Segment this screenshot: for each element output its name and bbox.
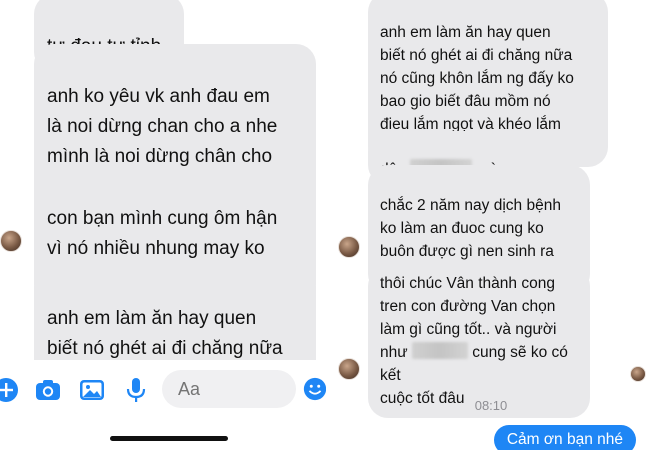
message-text: Cảm ơn bạn nhé <box>506 431 623 448</box>
image-icon[interactable] <box>78 376 106 404</box>
message-input[interactable] <box>162 370 296 408</box>
message-text: tren con đường Van chọn <box>380 298 556 315</box>
home-indicator <box>110 436 228 441</box>
message-text: thôi chúc Vân thành cong <box>380 275 555 292</box>
seen-avatar <box>630 366 646 382</box>
message-text: làm gì cũng tốt.. và người <box>380 321 557 338</box>
plus-icon[interactable] <box>0 376 20 404</box>
contact-avatar[interactable] <box>338 236 360 258</box>
camera-icon[interactable] <box>34 376 62 404</box>
chat-left-panel: tự đau tự tỉnh anh ko yêu vk anh đau em … <box>0 0 326 450</box>
emoji-icon[interactable] <box>302 376 326 402</box>
redacted-text <box>411 342 468 359</box>
message-composer <box>0 360 326 450</box>
message-timestamp: 08:10 <box>474 398 508 413</box>
message-text: như <box>380 344 412 361</box>
microphone-icon[interactable] <box>122 376 150 404</box>
outgoing-message-bubble[interactable]: Cảm ơn bạn nhé <box>493 425 636 450</box>
chat-right-panel: anh em làm ăn hay quen biết nó ghét ai đ… <box>332 0 650 450</box>
contact-avatar[interactable] <box>338 358 360 380</box>
message-bubble[interactable]: thôi chúc Vân thành cong tren con đường … <box>368 266 590 418</box>
contact-avatar[interactable] <box>0 230 22 252</box>
